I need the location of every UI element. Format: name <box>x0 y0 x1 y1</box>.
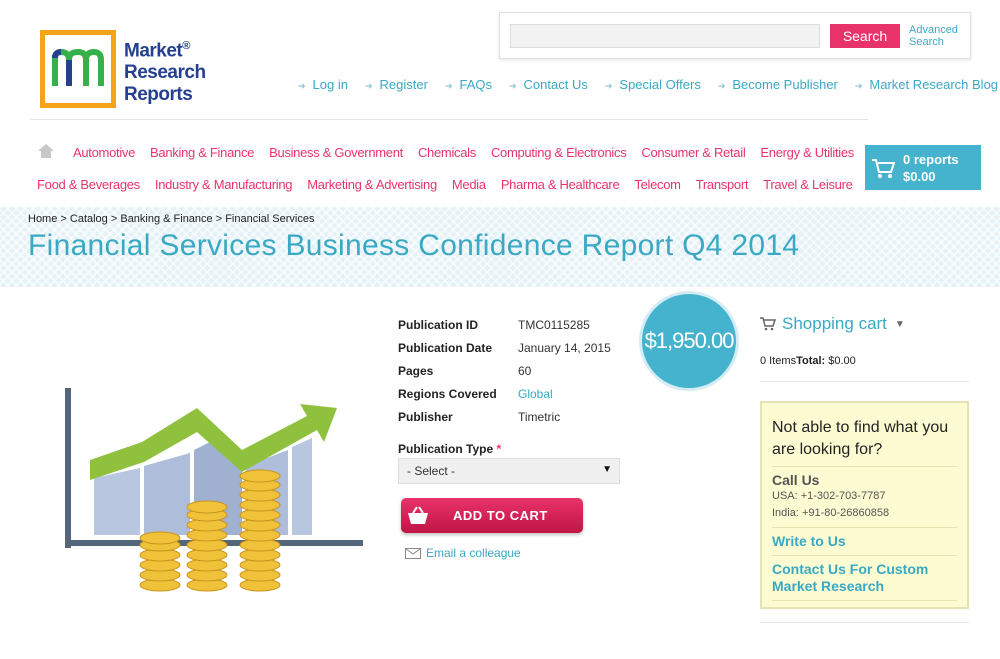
search-input[interactable] <box>510 24 820 48</box>
write-to-us-link[interactable]: Write to Us <box>772 533 957 550</box>
breadcrumb[interactable]: Home > Catalog > Banking & Finance > Fin… <box>28 213 314 225</box>
arrow-right-icon: ➔ <box>364 81 373 91</box>
detail-row: Publication ID TMC0115285 <box>398 317 590 332</box>
cart-total: $0.00 <box>903 168 936 184</box>
email-colleague-link[interactable]: Email a colleague <box>405 546 521 560</box>
regions-link[interactable]: Global <box>518 387 553 401</box>
header-divider <box>30 119 868 120</box>
nav-business-government[interactable]: Business & Government <box>269 145 403 160</box>
nav-transport[interactable]: Transport <box>696 177 749 192</box>
category-nav-row-2: Food & Beverages Industry & Manufacturin… <box>37 177 853 192</box>
home-icon[interactable] <box>37 143 55 159</box>
nav-industry-manufacturing[interactable]: Industry & Manufacturing <box>155 177 293 192</box>
basket-icon <box>401 498 435 533</box>
top-link-login[interactable]: ➔ Log in <box>298 77 348 92</box>
top-links: ➔ Log in ➔ Register ➔ FAQs ➔ Contact Us ➔ Spe… <box>298 77 998 92</box>
top-link-contact[interactable]: ➔ Contact Us <box>509 77 588 92</box>
detail-row: Pages 60 <box>398 363 532 378</box>
envelope-icon <box>405 547 421 559</box>
product-details: Publication ID TMC0115285 Publication Dat… <box>398 313 611 428</box>
contact-custom-research-link[interactable]: Contact Us For Custom Market Research <box>772 561 957 595</box>
call-us-heading: Call Us <box>772 472 820 488</box>
logo-text: Market® Research Reports <box>124 40 206 106</box>
cart-reports-count: 0 reports <box>903 151 959 167</box>
publication-type-label: Publication Type * <box>398 442 502 456</box>
arrow-right-icon: ➔ <box>604 81 613 91</box>
top-link-blog[interactable]: ➔ Market Research Blog <box>855 77 998 92</box>
nav-marketing-advertising[interactable]: Marketing & Advertising <box>307 177 437 192</box>
search-box: Search Advanced Search <box>499 12 971 59</box>
cart-summary: 0 ItemsTotal: $0.00 <box>760 355 856 367</box>
dropdown-caret-icon: ▼ <box>602 464 612 475</box>
help-box: Not able to find what you are looking fo… <box>760 401 969 609</box>
top-link-faqs[interactable]: ➔ FAQs <box>445 77 492 92</box>
detail-row: Publication Date January 14, 2015 <box>398 340 611 355</box>
detail-row: Regions Covered Global <box>398 386 553 401</box>
shopping-cart-heading[interactable]: Shopping cart ▼ <box>760 314 905 334</box>
help-question: Not able to find what you are looking fo… <box>772 419 949 458</box>
nav-banking-finance[interactable]: Banking & Finance <box>150 145 254 160</box>
arrow-right-icon: ➔ <box>444 81 453 91</box>
arrow-right-icon: ➔ <box>854 81 863 91</box>
site-logo[interactable]: Market® Research Reports <box>40 30 206 108</box>
nav-media[interactable]: Media <box>452 177 486 192</box>
detail-row: Publisher Timetric <box>398 409 561 424</box>
nav-energy-utilities[interactable]: Energy & Utilities <box>760 145 854 160</box>
nav-telecom[interactable]: Telecom <box>634 177 681 192</box>
logo-mark <box>40 30 116 108</box>
top-link-become-publisher[interactable]: ➔ Become Publisher <box>718 77 838 92</box>
title-banner: Home > Catalog > Banking & Finance > Fin… <box>0 207 1000 287</box>
nav-food-beverages[interactable]: Food & Beverages <box>37 177 140 192</box>
arrow-right-icon: ➔ <box>717 81 726 91</box>
product-chart-image <box>65 388 363 592</box>
page-title: Financial Services Business Confidence R… <box>28 229 800 262</box>
nav-automotive[interactable]: Automotive <box>73 145 135 160</box>
price-badge: $1,950.00 <box>639 291 739 391</box>
nav-consumer-retail[interactable]: Consumer & Retail <box>641 145 745 160</box>
header-cart-button[interactable]: 0 reports $0.00 <box>865 145 981 190</box>
logo-m-icon <box>52 48 104 86</box>
publication-type-select[interactable]: - Select - ▼ <box>398 458 620 484</box>
nav-pharma-healthcare[interactable]: Pharma & Healthcare <box>501 177 620 192</box>
category-nav-row-1: Automotive Banking & Finance Business & … <box>73 145 854 160</box>
phone-usa: USA: +1-302-703-7787 <box>772 490 886 502</box>
cart-icon <box>760 317 776 331</box>
cart-icon <box>872 158 895 178</box>
chevron-down-icon: ▼ <box>894 318 905 330</box>
sidebar-divider <box>760 622 969 623</box>
advanced-search-link[interactable]: Advanced Search <box>909 24 958 48</box>
nav-computing-electronics[interactable]: Computing & Electronics <box>491 145 627 160</box>
top-link-register[interactable]: ➔ Register <box>365 77 428 92</box>
arrow-right-icon: ➔ <box>509 81 517 91</box>
add-to-cart-button[interactable]: ADD TO CART <box>401 498 583 533</box>
nav-chemicals[interactable]: Chemicals <box>418 145 476 160</box>
nav-travel-leisure[interactable]: Travel & Leisure <box>763 177 853 192</box>
arrow-right-icon: ➔ <box>298 81 306 91</box>
phone-india: India: +91-80-26860858 <box>772 507 890 519</box>
sidebar-divider <box>760 381 969 382</box>
top-link-special-offers[interactable]: ➔ Special Offers <box>605 77 701 92</box>
search-button[interactable]: Search <box>830 24 900 48</box>
